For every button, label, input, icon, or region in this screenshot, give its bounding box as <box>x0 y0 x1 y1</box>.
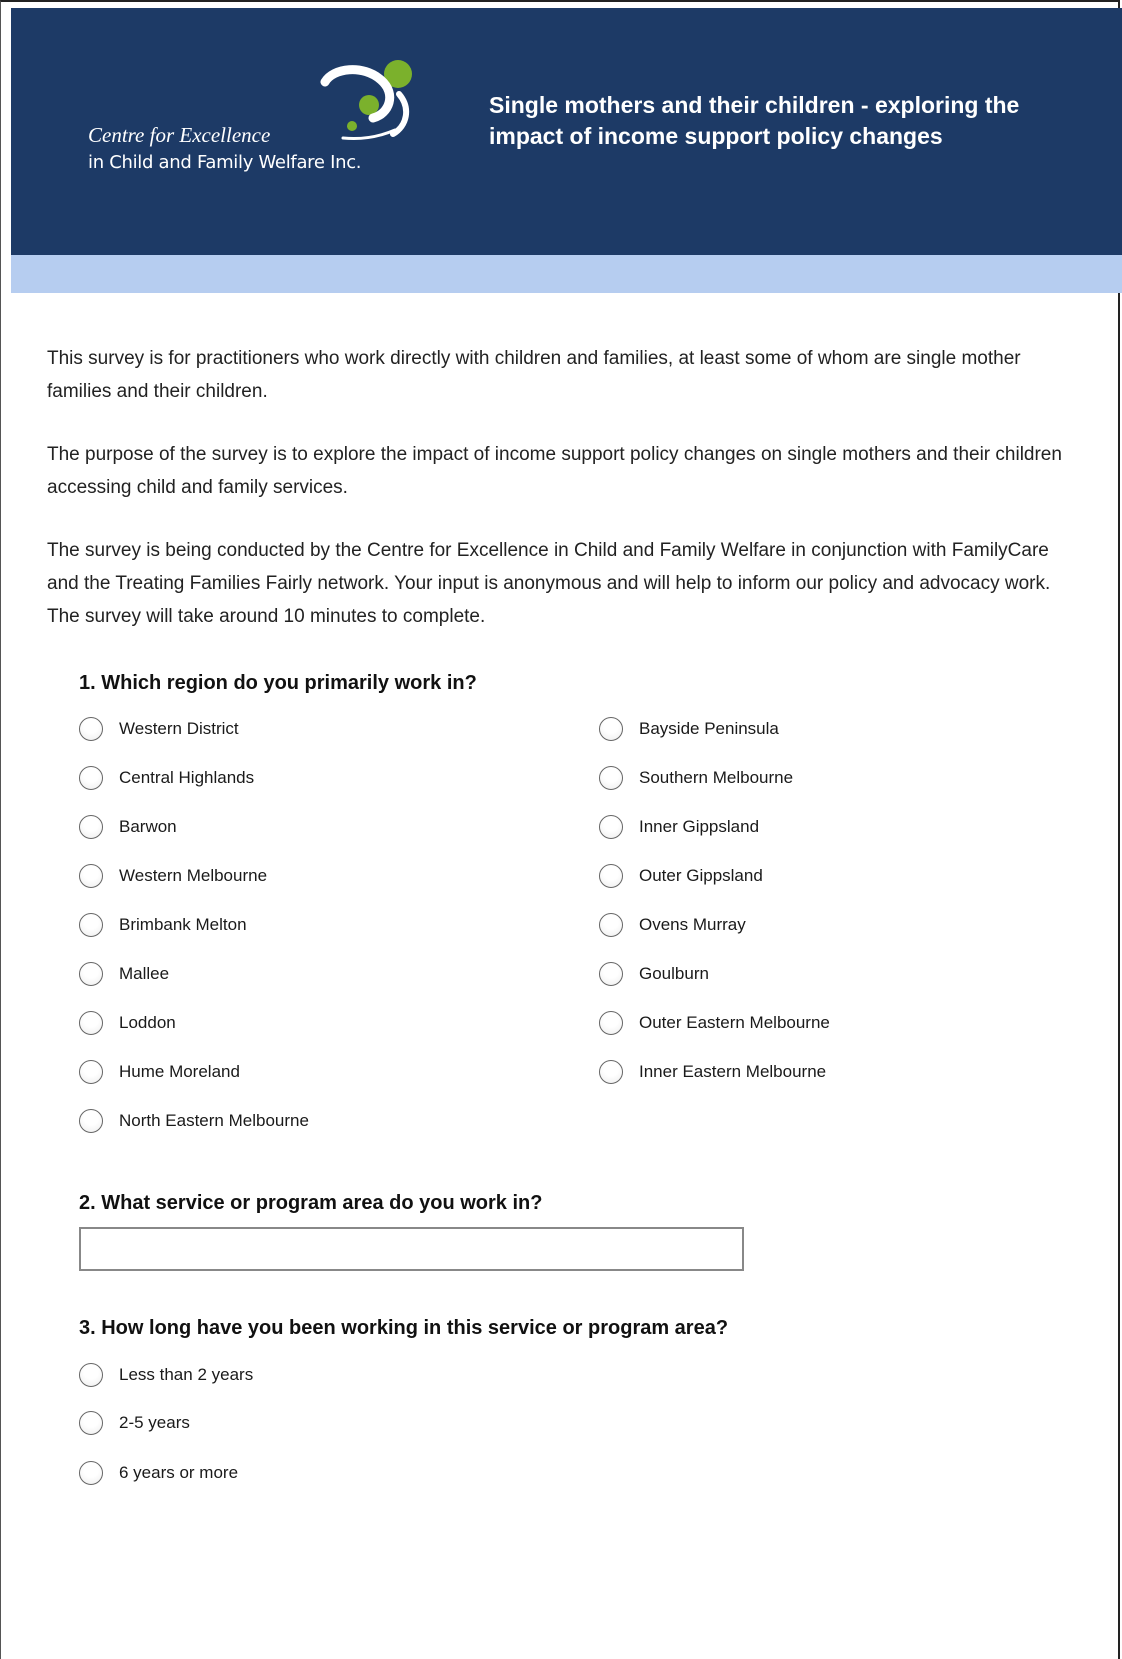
option-label: Central Highlands <box>119 768 255 787</box>
option-label: Inner Eastern Melbourne <box>639 1062 827 1081</box>
option-label: Southern Melbourne <box>639 768 794 787</box>
option-label: Outer Eastern Melbourne <box>639 1013 830 1032</box>
option-label: 2-5 years <box>119 1413 190 1432</box>
radio-button[interactable] <box>599 864 623 888</box>
region-option[interactable]: Hume Moreland <box>79 1057 240 1087</box>
region-option[interactable]: Goulburn <box>599 959 709 989</box>
region-option[interactable]: Central Highlands <box>79 763 254 793</box>
radio-button[interactable] <box>79 1060 103 1084</box>
header-banner: Centre for Excellence in Child and Famil… <box>11 8 1122 255</box>
radio-button[interactable] <box>79 1011 103 1035</box>
radio-button[interactable] <box>599 1011 623 1035</box>
radio-button[interactable] <box>599 717 623 741</box>
option-label: Hume Moreland <box>119 1062 240 1081</box>
survey-page: Centre for Excellence in Child and Famil… <box>0 0 1122 1659</box>
intro-paragraph-2: The purpose of the survey is to explore … <box>47 444 1062 498</box>
intro-paragraph-3: The survey is being conducted by the Cen… <box>47 540 1051 627</box>
option-label: Mallee <box>119 964 170 983</box>
header-accent-band <box>11 255 1122 293</box>
radio-button[interactable] <box>599 766 623 790</box>
radio-button[interactable] <box>79 913 103 937</box>
org-logo-text: Centre for Excellence in Child and Famil… <box>88 121 362 177</box>
option-label: Barwon <box>119 817 177 836</box>
option-label: Brimbank Melton <box>119 915 247 934</box>
radio-button[interactable] <box>79 1109 103 1133</box>
option-label: Goulburn <box>639 964 709 983</box>
radio-button[interactable] <box>79 1363 103 1387</box>
radio-button[interactable] <box>79 962 103 986</box>
region-option[interactable]: Mallee <box>79 959 169 989</box>
option-label: Western Melbourne <box>119 866 268 885</box>
region-option[interactable]: Bayside Peninsula <box>599 714 779 744</box>
radio-button[interactable] <box>599 962 623 986</box>
option-label: Inner Gippsland <box>639 817 760 836</box>
region-option[interactable]: Southern Melbourne <box>599 763 793 793</box>
radio-button[interactable] <box>79 1411 103 1435</box>
region-option[interactable]: Ovens Murray <box>599 910 746 940</box>
option-label: Loddon <box>119 1013 176 1032</box>
region-option[interactable]: Brimbank Melton <box>79 910 247 940</box>
org-name-line2: in Child and Family Welfare Inc. <box>88 152 362 173</box>
option-label: Bayside Peninsula <box>639 719 779 738</box>
region-option[interactable]: Outer Gippsland <box>599 861 763 891</box>
radio-button[interactable] <box>79 815 103 839</box>
question-1-label: 1. Which region do you primarily work in… <box>79 672 477 694</box>
radio-button[interactable] <box>599 1060 623 1084</box>
service-area-input[interactable] <box>79 1227 744 1271</box>
radio-button[interactable] <box>79 864 103 888</box>
region-option[interactable]: Inner Gippsland <box>599 812 759 842</box>
question-3-label: 3. How long have you been working in thi… <box>79 1317 729 1339</box>
radio-button[interactable] <box>79 766 103 790</box>
radio-button[interactable] <box>599 913 623 937</box>
region-option[interactable]: Western Melbourne <box>79 861 267 891</box>
question-2-label: 2. What service or program area do you w… <box>79 1192 543 1214</box>
radio-button[interactable] <box>79 1461 103 1485</box>
intro-text: This survey is for practitioners who wor… <box>47 342 1077 633</box>
option-label: Western District <box>119 719 239 738</box>
radio-button[interactable] <box>599 815 623 839</box>
region-option[interactable]: Barwon <box>79 812 177 842</box>
option-label: 6 years or more <box>119 1463 239 1482</box>
option-label: North Eastern Melbourne <box>119 1111 309 1130</box>
radio-button[interactable] <box>79 717 103 741</box>
duration-option[interactable]: 2-5 years <box>79 1408 190 1438</box>
intro-paragraph-1: This survey is for practitioners who wor… <box>47 348 1021 402</box>
duration-option[interactable]: Less than 2 years <box>79 1360 253 1390</box>
region-option[interactable]: Outer Eastern Melbourne <box>599 1008 830 1038</box>
org-name-line1: Centre for Excellence <box>88 123 271 147</box>
option-label: Less than 2 years <box>119 1365 254 1384</box>
option-label: Ovens Murray <box>639 915 746 934</box>
region-option[interactable]: North Eastern Melbourne <box>79 1106 309 1136</box>
region-option[interactable]: Inner Eastern Melbourne <box>599 1057 826 1087</box>
duration-option[interactable]: 6 years or more <box>79 1458 238 1488</box>
survey-title: Single mothers and their children - expl… <box>489 92 1020 149</box>
intro-section: This survey is for practitioners who wor… <box>47 342 1077 663</box>
option-label: Outer Gippsland <box>639 866 763 885</box>
region-option[interactable]: Loddon <box>79 1008 176 1038</box>
region-option[interactable]: Western District <box>79 714 239 744</box>
